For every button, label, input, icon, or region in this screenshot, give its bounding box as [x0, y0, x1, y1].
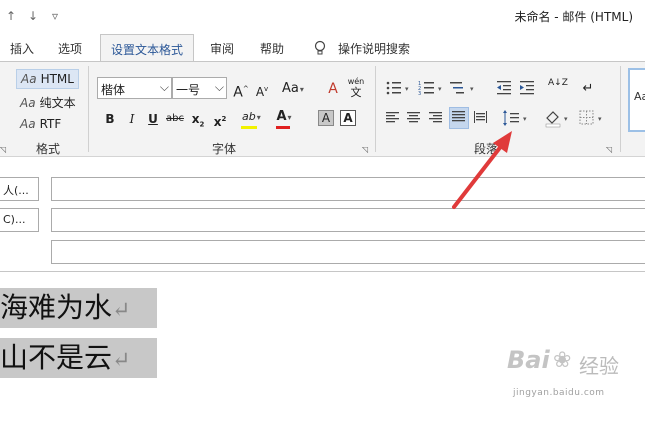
message-header-fields: 人(... C)...	[0, 158, 645, 272]
paragraph-dialog-launcher-icon[interactable]: ◹	[606, 145, 612, 154]
dialog-launcher-icon[interactable]: ◹	[0, 145, 6, 154]
font-color-button[interactable]: A▾	[276, 107, 292, 127]
svg-text:▾: ▾	[405, 85, 409, 93]
underline-button[interactable]: U	[145, 109, 161, 129]
format-group-label: 格式	[36, 142, 61, 156]
subscript-button[interactable]: x2	[190, 109, 206, 129]
italic-button[interactable]: I	[124, 109, 140, 129]
group-separator	[620, 66, 621, 152]
to-button[interactable]: 人(...	[0, 177, 39, 201]
highlight-color-bar	[241, 126, 257, 129]
svg-text:▾: ▾	[564, 115, 568, 123]
increase-indent-button[interactable]	[518, 78, 536, 98]
dropdown-arrow-icon: ▾	[299, 85, 304, 94]
dropdown-arrow-icon: ▾	[287, 113, 292, 122]
svg-text:▾: ▾	[470, 85, 474, 93]
tab-format-text[interactable]: 设置文本格式	[100, 34, 195, 62]
subject-input[interactable]	[51, 240, 645, 264]
justify-button[interactable]	[449, 107, 469, 129]
body-line-1: 海难为水↵	[0, 288, 157, 328]
font-color-bar	[276, 126, 290, 129]
svg-text:▾: ▾	[598, 115, 602, 123]
format-html-option[interactable]: Aa HTML	[16, 69, 79, 89]
undo-icon[interactable]: ↑	[6, 9, 16, 23]
change-case-button[interactable]: Aa▾	[282, 79, 304, 99]
paragraph-mark-icon: ↵	[112, 348, 131, 373]
to-input[interactable]	[51, 177, 645, 201]
multilevel-list-button[interactable]: ▾	[450, 78, 480, 98]
font-size-combo[interactable]: 一号 ⌵	[172, 77, 227, 99]
phonetic-guide-button[interactable]: wén 文	[346, 76, 366, 100]
chevron-down-icon: ⌵	[159, 80, 169, 94]
decrease-indent-button[interactable]	[495, 78, 513, 98]
format-rtf-option[interactable]: Aa RTF	[16, 115, 65, 135]
show-paragraph-marks-button[interactable]: ↵	[580, 79, 596, 99]
dropdown-arrow-icon: ▾	[256, 113, 261, 122]
numbering-button[interactable]: 1 2 3 ▾	[418, 78, 448, 98]
redo-icon[interactable]: ↓	[28, 9, 38, 23]
strikethrough-button[interactable]: abc	[166, 109, 184, 129]
group-separator	[88, 66, 89, 152]
superscript-button[interactable]: x2	[212, 109, 228, 129]
align-right-button[interactable]	[428, 109, 444, 129]
shading-button[interactable]: ▾	[544, 108, 574, 128]
ribbon: Aa HTML Aa 纯文本 Aa RTF 格式 ◹ 楷体 ⌵ 一号 ⌵ A^ Av …	[0, 61, 645, 157]
tab-help[interactable]: 帮助	[260, 40, 284, 57]
font-name-combo[interactable]: 楷体 ⌵	[97, 77, 172, 99]
body-line-2: 山不是云↵	[0, 338, 157, 378]
paragraph-mark-icon: ↵	[112, 298, 131, 323]
borders-button[interactable]: ▾	[578, 108, 608, 128]
chevron-down-icon: ⌵	[214, 80, 224, 94]
character-border-button[interactable]: A	[340, 110, 356, 126]
bullets-button[interactable]: ▾	[385, 78, 415, 98]
grow-font-button[interactable]: A^	[233, 79, 249, 101]
format-plain-text-option[interactable]: Aa 纯文本	[16, 92, 80, 112]
tab-review[interactable]: 审阅	[210, 40, 234, 57]
svg-text:▾: ▾	[523, 115, 527, 123]
align-center-button[interactable]	[406, 109, 422, 129]
svg-text:▾: ▾	[438, 85, 442, 93]
tab-insert[interactable]: 插入	[10, 40, 34, 57]
cc-button[interactable]: C)...	[0, 208, 39, 232]
paragraph-group-label: 段落	[474, 142, 499, 156]
clear-formatting-button[interactable]: A	[325, 79, 341, 99]
lightbulb-icon	[314, 40, 326, 59]
highlight-button[interactable]: ab▾	[242, 107, 261, 127]
customize-qat-icon[interactable]: ▿	[52, 9, 58, 23]
cc-input[interactable]	[51, 208, 645, 232]
paw-icon: ❀	[553, 348, 572, 373]
tab-options[interactable]: 选项	[58, 40, 82, 57]
group-separator	[375, 66, 376, 152]
bold-button[interactable]: B	[102, 109, 118, 129]
window-title: 未命名 - 邮件 (HTML)	[514, 10, 633, 24]
distributed-button[interactable]	[473, 109, 489, 129]
font-dialog-launcher-icon[interactable]: ◹	[362, 145, 368, 154]
tell-me-search[interactable]: 操作说明搜索	[338, 40, 410, 57]
svg-text:3: 3	[418, 91, 421, 97]
font-group-label: 字体	[212, 142, 237, 156]
title-bar: ↑ ↓ ▿ 未命名 - 邮件 (HTML)	[0, 0, 645, 32]
ribbon-tabs: 插入 选项 设置文本格式 审阅 帮助 操作说明搜索	[0, 32, 645, 62]
styles-gallery[interactable]: Aa	[628, 68, 645, 132]
line-spacing-button[interactable]: ▾	[502, 108, 532, 128]
align-left-button[interactable]	[385, 109, 401, 129]
sort-button[interactable]: A↓Z	[548, 79, 568, 99]
character-shading-button[interactable]: A	[318, 110, 334, 126]
shrink-font-button[interactable]: Av	[254, 79, 270, 99]
